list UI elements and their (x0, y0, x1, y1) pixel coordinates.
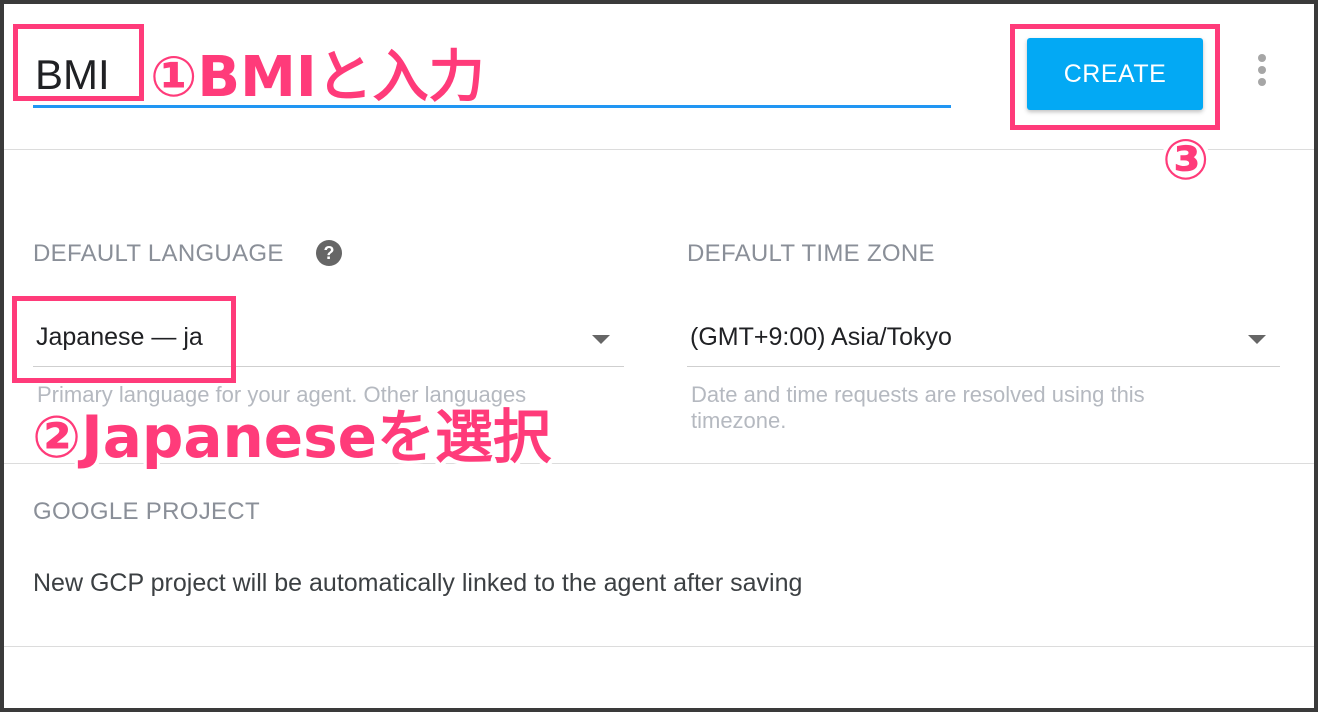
chevron-down-icon (1248, 335, 1266, 344)
annotation-step1: ①BMIと入力 (150, 45, 485, 110)
google-project-label: GOOGLE PROJECT (33, 498, 260, 525)
annotation-step3: ③ (1162, 128, 1210, 193)
timezone-hint-line2: timezone. (691, 408, 787, 433)
annotation-step2: ②Japaneseを選択 (32, 403, 551, 471)
chevron-down-icon (592, 335, 610, 344)
timezone-hint-line1: Date and time requests are resolved usin… (691, 382, 1145, 407)
default-time-zone-label: DEFAULT TIME ZONE (687, 240, 935, 267)
divider (4, 149, 1314, 150)
agent-create-panel: CREATE DEFAULT LANGUAGE ? Japanese — ja … (4, 4, 1314, 708)
divider (4, 646, 1314, 647)
annotation-box-language (12, 296, 236, 383)
google-project-description: New GCP project will be automatically li… (33, 569, 803, 597)
timezone-select-value: (GMT+9:00) Asia/Tokyo (690, 323, 952, 351)
more-vert-icon[interactable] (1252, 50, 1272, 90)
annotation-box-create (1010, 24, 1220, 130)
default-language-label: DEFAULT LANGUAGE (33, 240, 284, 267)
annotation-box-name (13, 24, 144, 101)
timezone-select[interactable]: (GMT+9:00) Asia/Tokyo (687, 309, 1280, 367)
help-icon[interactable]: ? (316, 240, 342, 266)
